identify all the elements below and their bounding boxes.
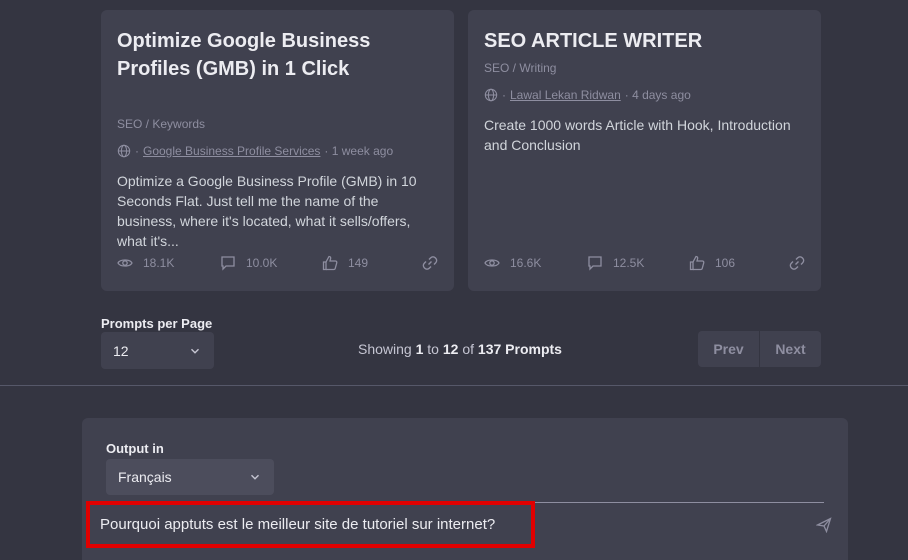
likes-count: 106 [715, 256, 736, 270]
likes-stat[interactable]: 106 [689, 255, 735, 271]
likes-stat[interactable]: 149 [322, 255, 368, 271]
showing-summary: Showing 1 to 12 of 137 Prompts [358, 341, 562, 357]
card-time: · 4 days ago [624, 88, 691, 102]
card-stats: 18.1K 10.0K 149 [117, 255, 438, 271]
globe-icon [117, 144, 131, 158]
author-link[interactable]: Google Business Profile Services [143, 144, 320, 158]
prev-button[interactable]: Prev [698, 331, 760, 367]
views-stat: 16.6K [484, 255, 587, 271]
send-icon[interactable] [816, 517, 832, 533]
output-language-select[interactable]: Français [106, 459, 274, 495]
prompts-per-page-select[interactable]: 12 [101, 332, 214, 369]
views-count: 16.6K [510, 256, 542, 270]
output-language-label: Output in [106, 441, 164, 456]
link-icon[interactable] [789, 255, 805, 271]
views-count: 18.1K [143, 256, 175, 270]
card-title[interactable]: SEO ARTICLE WRITER [484, 27, 804, 55]
comments-count: 12.5K [613, 256, 645, 270]
thumbs-up-icon[interactable] [322, 255, 338, 271]
thumbs-up-icon[interactable] [689, 255, 705, 271]
prompts-per-page-value: 12 [113, 342, 129, 359]
prompt-card[interactable]: SEO ARTICLE WRITER SEO / Writing · Lawal… [468, 10, 821, 291]
total-prompts: 137 Prompts [477, 341, 562, 357]
output-language-value: Français [118, 469, 172, 485]
card-title[interactable]: Optimize Google Business Profiles (GMB) … [117, 27, 377, 83]
eye-icon [484, 259, 500, 267]
card-stats: 16.6K 12.5K 106 [484, 255, 805, 271]
views-stat: 18.1K [117, 255, 220, 271]
likes-count: 149 [348, 256, 369, 270]
comment-icon [221, 256, 235, 271]
chevron-down-icon [251, 474, 259, 480]
card-description: Optimize a Google Business Profile (GMB)… [117, 173, 417, 249]
card-category: SEO / Writing [484, 61, 557, 75]
card-description: Create 1000 words Article with Hook, Int… [484, 117, 791, 153]
link-icon[interactable] [422, 255, 438, 271]
chevron-down-icon [191, 348, 199, 354]
prompts-per-page-label: Prompts per Page [101, 316, 213, 331]
pager: Prev Next [698, 331, 821, 367]
prompt-textarea[interactable]: Pourquoi apptuts est le meilleur site de… [86, 501, 535, 548]
comment-icon [588, 256, 602, 271]
comments-count: 10.0K [246, 256, 278, 270]
card-category: SEO / Keywords [117, 117, 206, 131]
prompt-panel: Output in Français Pourquoi apptuts est … [82, 418, 848, 560]
globe-icon [484, 88, 498, 102]
comments-stat: 12.5K [587, 255, 689, 271]
card-time: · 1 week ago [324, 144, 394, 158]
range-to: 12 [442, 341, 459, 357]
eye-icon [117, 259, 133, 267]
author-link[interactable]: Lawal Lekan Ridwan [510, 88, 621, 102]
card-meta: · Lawal Lekan Ridwan · 4 days ago [484, 88, 691, 102]
comments-stat: 10.0K [220, 255, 322, 271]
range-from: 1 [415, 341, 424, 357]
prompt-card[interactable]: Optimize Google Business Profiles (GMB) … [101, 10, 454, 291]
next-button[interactable]: Next [760, 331, 821, 367]
card-meta: · Google Business Profile Services · 1 w… [117, 144, 393, 158]
divider [0, 385, 908, 386]
